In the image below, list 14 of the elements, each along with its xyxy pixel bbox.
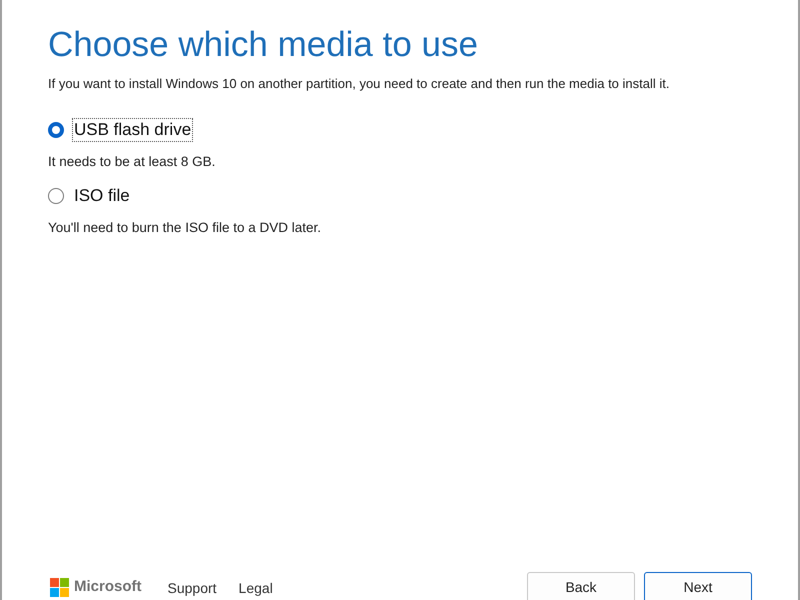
option-label[interactable]: ISO file bbox=[72, 184, 132, 208]
radio-button[interactable] bbox=[48, 188, 64, 204]
description: If you want to install Windows 10 on another partition, you need to create and then run the media to install it. bbox=[48, 75, 670, 93]
option-hint: You'll need to burn the ISO file to a DVD later. bbox=[48, 218, 321, 237]
brand-name: Microsoft bbox=[74, 577, 142, 597]
back-button[interactable]: Back bbox=[527, 572, 635, 600]
option-label[interactable]: USB flash drive bbox=[72, 118, 194, 142]
footer-link[interactable]: Legal bbox=[238, 578, 273, 599]
footer-link[interactable]: Support bbox=[168, 578, 217, 599]
next-button[interactable]: Next bbox=[644, 572, 752, 600]
windows-tiles-icon bbox=[50, 578, 69, 597]
page-title: Choose which media to use bbox=[48, 24, 478, 66]
option-hint: It needs to be at least 8 GB. bbox=[48, 152, 216, 170]
radio-button[interactable] bbox=[48, 122, 64, 138]
